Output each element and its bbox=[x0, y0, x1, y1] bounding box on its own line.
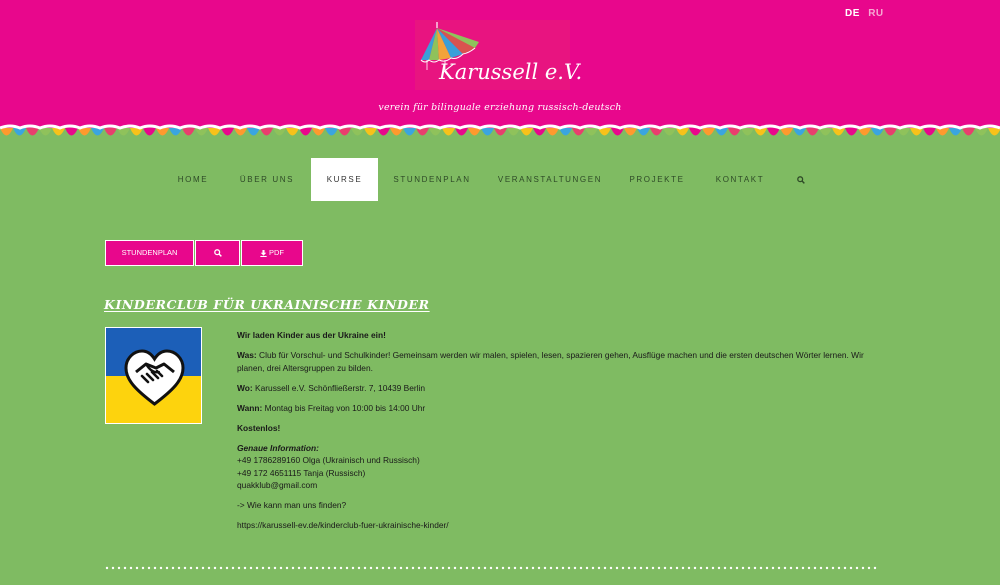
dotted-divider bbox=[105, 566, 877, 570]
pdf-button[interactable]: PDF bbox=[241, 240, 303, 266]
post-wo: Wo: Karussell e.V. Schönfließerstr. 7, 1… bbox=[237, 382, 882, 395]
post-thumbnail[interactable] bbox=[105, 327, 202, 424]
wann-label: Wann: bbox=[237, 402, 263, 413]
post-url[interactable]: https://karussell-ev.de/kinderclub-fuer-… bbox=[237, 520, 449, 530]
site-tagline: verein für bilinguale erziehung russisch… bbox=[378, 102, 622, 113]
nav-item-ueber-uns[interactable]: ÜBER UNS bbox=[234, 158, 300, 201]
site-logo[interactable]: Karussell e.V. bbox=[415, 20, 582, 90]
post-title[interactable]: Kinderclub für ukrainische Kinder bbox=[104, 297, 430, 312]
zoom-icon bbox=[213, 249, 222, 257]
logo-text: Karussell e.V. bbox=[439, 60, 583, 84]
phone-tanja: +49 172 4651115 Tanja (Russisch) bbox=[237, 467, 366, 478]
wo-text: Karussell e.V. Schönfließerstr. 7, 10439… bbox=[252, 382, 426, 393]
language-switcher: DE RU bbox=[845, 8, 889, 19]
bunting-garland bbox=[0, 124, 1000, 136]
was-label: Was: bbox=[237, 350, 257, 360]
nav-item-kontakt[interactable]: KONTAKT bbox=[709, 158, 771, 201]
lang-ru[interactable]: RU bbox=[868, 8, 883, 19]
find-us-link[interactable]: -> Wie kann man uns finden? bbox=[237, 500, 346, 510]
contact-email[interactable]: quakklub@gmail.com bbox=[237, 480, 317, 490]
nav-search-button[interactable] bbox=[790, 158, 812, 201]
post-intro: Wir laden Kinder aus der Ukraine ein! bbox=[237, 330, 386, 340]
main-nav: HOME ÜBER UNS KURSE STUNDENPLAN VERANSTA… bbox=[0, 158, 1000, 202]
post-content: Wir laden Kinder aus der Ukraine ein! Wa… bbox=[237, 329, 882, 539]
kostenlos-text: Kostenlos! bbox=[237, 422, 281, 433]
nav-item-veranstaltungen[interactable]: VERANSTALTUNGEN bbox=[495, 158, 605, 201]
wo-label: Wo: bbox=[237, 382, 253, 393]
zoom-button[interactable] bbox=[195, 240, 240, 266]
info-label: Genaue Information: bbox=[237, 442, 319, 453]
nav-item-projekte[interactable]: PROJEKTE bbox=[624, 158, 690, 201]
ukraine-heart-handshake-icon bbox=[106, 328, 201, 423]
wann-text: Montag bis Freitag von 10:00 bis 14:00 U… bbox=[262, 402, 426, 413]
nav-item-home[interactable]: HOME bbox=[165, 158, 221, 201]
search-icon bbox=[797, 176, 805, 184]
pdf-label: PDF bbox=[269, 248, 284, 257]
stundenplan-button[interactable]: STUNDENPLAN bbox=[105, 240, 194, 266]
nav-item-kurse[interactable]: KURSE bbox=[311, 158, 378, 201]
was-text: Club für Vorschul- und Schulkinder! Geme… bbox=[237, 350, 864, 373]
post-wann: Wann: Montag bis Freitag von 10:00 bis 1… bbox=[237, 402, 882, 415]
post-was: Was: Club für Vorschul- und Schulkinder!… bbox=[237, 349, 882, 374]
phone-olga: +49 1786289160 Olga (Ukrainisch und Russ… bbox=[237, 455, 420, 465]
lang-de[interactable]: DE bbox=[845, 8, 860, 19]
download-icon bbox=[260, 249, 267, 257]
post-contact: Genaue Information: +49 1786289160 Olga … bbox=[237, 442, 882, 492]
nav-item-stundenplan[interactable]: STUNDENPLAN bbox=[388, 158, 476, 201]
site-header: DE RU Karussell e.V. verein für bilingua… bbox=[0, 0, 1000, 128]
